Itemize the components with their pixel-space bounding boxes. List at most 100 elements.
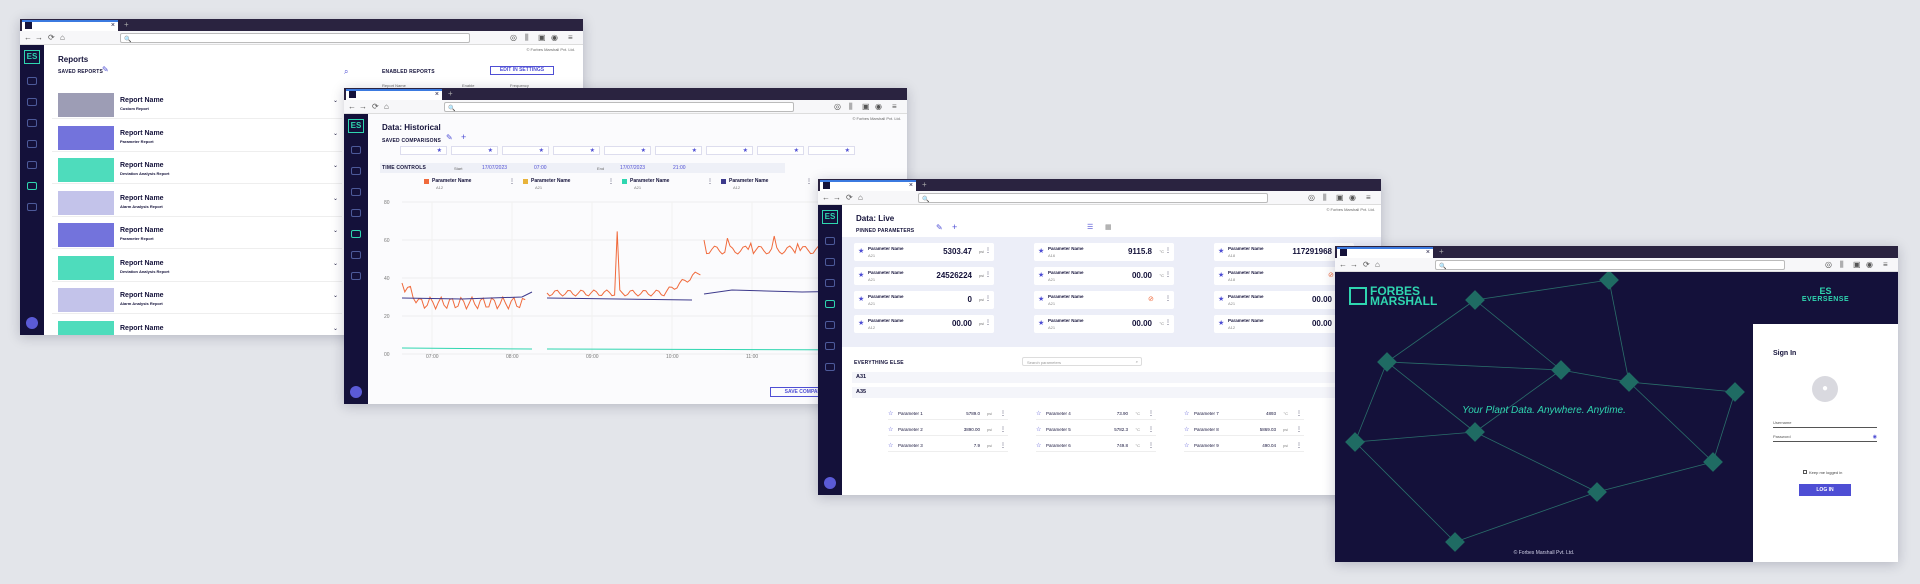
pinned-card[interactable]: ★ Parameter Name A21 00.00 °C ⋮: [1034, 315, 1174, 333]
star-icon[interactable]: ★: [1218, 271, 1224, 279]
settings-icon[interactable]: [351, 272, 361, 280]
parameter-row[interactable]: ☆ Parameter 9 490.04 psi ⋮: [1184, 441, 1304, 452]
star-icon[interactable]: ★: [1038, 271, 1044, 279]
edit-icon[interactable]: ✎: [446, 133, 453, 142]
star-icon[interactable]: ☆: [1036, 426, 1041, 433]
account-icon[interactable]: ◎: [1825, 260, 1832, 269]
pinned-card[interactable]: ★Parameter NameA2100.00⋮: [1214, 291, 1354, 309]
more-icon[interactable]: ⋮: [1296, 410, 1302, 417]
more-icon[interactable]: ⋮: [1165, 247, 1171, 254]
menu-icon[interactable]: ≡: [568, 33, 573, 42]
browser-tab[interactable]: ×: [1337, 247, 1433, 258]
alarm-icon[interactable]: [825, 258, 835, 266]
forward-icon[interactable]: →: [35, 33, 43, 42]
home-icon[interactable]: ⌂: [858, 193, 863, 202]
account-icon[interactable]: ◎: [1308, 193, 1315, 202]
avatar[interactable]: [824, 477, 836, 489]
alarm-icon[interactable]: [27, 98, 37, 106]
saved-comparison-chip[interactable]: ★: [655, 146, 702, 155]
library-icon[interactable]: ⫼: [1840, 260, 1844, 270]
star-icon[interactable]: ★: [858, 319, 864, 327]
url-bar[interactable]: 🔍: [918, 193, 1268, 203]
extensions-icon[interactable]: ◉: [1866, 260, 1873, 269]
pinned-card[interactable]: ★ Parameter Name A16 9115.8 °C ⋮: [1034, 243, 1174, 261]
parameter-row[interactable]: ☆ Parameter 7 4893 °C ⋮: [1184, 409, 1304, 420]
account-icon[interactable]: ◎: [510, 33, 517, 42]
forward-icon[interactable]: →: [833, 193, 841, 202]
saved-comparison-chip[interactable]: ★: [757, 146, 804, 155]
star-icon[interactable]: ☆: [1036, 442, 1041, 449]
saved-comparison-chip[interactable]: ★: [400, 146, 447, 155]
more-icon[interactable]: ⋮: [1148, 410, 1154, 417]
sidebar-icon[interactable]: ▣: [1853, 260, 1861, 269]
back-icon[interactable]: ←: [822, 193, 830, 202]
star-icon[interactable]: ☆: [1184, 442, 1189, 449]
group-header[interactable]: A35⌄: [852, 387, 1372, 398]
start-date[interactable]: 17/07/2023: [482, 165, 507, 171]
parameter-row[interactable]: ☆ Parameter 1 5789.0 psi ⋮: [888, 409, 1008, 420]
more-icon[interactable]: ⋮: [985, 319, 991, 326]
menu-icon[interactable]: ≡: [1366, 193, 1371, 202]
reports-icon[interactable]: [825, 342, 835, 350]
extensions-icon[interactable]: ◉: [875, 102, 882, 111]
new-tab-icon[interactable]: +: [922, 180, 927, 189]
pinned-card[interactable]: ★ Parameter Name A12 00.00 psi ⋮: [854, 315, 994, 333]
more-icon[interactable]: ⋮: [1165, 271, 1171, 278]
sidebar-icon[interactable]: ▣: [538, 33, 546, 42]
library-icon[interactable]: ⫼: [849, 102, 853, 112]
library-icon[interactable]: ⫼: [525, 33, 529, 43]
report-row[interactable]: Report Name Alarm Analysis Report ⌄: [52, 188, 342, 217]
close-tab-icon[interactable]: ×: [1426, 249, 1430, 256]
dashboard-icon[interactable]: [825, 237, 835, 245]
star-icon[interactable]: ★: [1038, 295, 1044, 303]
history-icon[interactable]: [351, 188, 361, 196]
star-icon[interactable]: ★: [858, 271, 864, 279]
close-tab-icon[interactable]: ×: [111, 22, 115, 29]
close-tab-icon[interactable]: ×: [435, 91, 439, 98]
list-view-icon[interactable]: ☰: [1087, 223, 1093, 231]
close-tab-icon[interactable]: ×: [909, 182, 913, 189]
add-icon[interactable]: +: [952, 222, 957, 232]
menu-icon[interactable]: ≡: [1883, 260, 1888, 269]
edit-icon[interactable]: ✎: [936, 223, 943, 232]
star-icon[interactable]: ★: [794, 147, 799, 154]
pinned-card[interactable]: ★Parameter NameA1200.00⋮: [1214, 315, 1354, 333]
star-icon[interactable]: ★: [641, 147, 646, 154]
reports-icon[interactable]: [27, 182, 37, 190]
url-bar[interactable]: 🔍: [1435, 260, 1785, 270]
more-icon[interactable]: ⋮: [1148, 426, 1154, 433]
settings-icon[interactable]: [825, 363, 835, 371]
start-time[interactable]: 07:00: [534, 165, 547, 171]
report-row[interactable]: Report Name Deviation Analysis Report ⌄: [52, 156, 342, 184]
browser-tab[interactable]: ×: [22, 20, 118, 31]
account-icon[interactable]: ◎: [834, 102, 841, 111]
avatar[interactable]: [26, 317, 38, 329]
forward-icon[interactable]: →: [359, 102, 367, 111]
chevron-down-icon[interactable]: ⌄: [333, 162, 338, 169]
star-icon[interactable]: ☆: [1184, 410, 1189, 417]
star-icon[interactable]: ★: [1038, 247, 1044, 255]
reload-icon[interactable]: ⟳: [372, 102, 379, 111]
url-bar[interactable]: 🔍: [444, 102, 794, 112]
star-icon[interactable]: ★: [488, 147, 493, 154]
star-icon[interactable]: ★: [692, 147, 697, 154]
browser-tab[interactable]: ×: [346, 89, 442, 100]
new-tab-icon[interactable]: +: [124, 20, 129, 29]
sidebar-icon[interactable]: ▣: [862, 102, 870, 111]
more-icon[interactable]: ⋮: [1165, 295, 1171, 302]
sidebar-icon[interactable]: ▣: [1336, 193, 1344, 202]
edit-in-settings-button[interactable]: EDIT IN SETTINGS: [490, 66, 554, 75]
edit-icon[interactable]: ✎: [102, 65, 109, 74]
chevron-down-icon[interactable]: ⌄: [333, 97, 338, 104]
saved-comparison-chip[interactable]: ★: [706, 146, 753, 155]
chevron-down-icon[interactable]: ⌄: [333, 195, 338, 202]
pinned-card[interactable]: ★Parameter NameA18117291968⋮: [1214, 243, 1354, 261]
live-icon[interactable]: [351, 209, 361, 217]
forward-icon[interactable]: →: [1350, 260, 1358, 269]
pinned-card[interactable]: ★ Parameter Name A21 00.00 °C ⋮: [1034, 267, 1174, 285]
add-icon[interactable]: +: [461, 132, 466, 142]
alarm-icon[interactable]: [351, 167, 361, 175]
show-password-icon[interactable]: ◉: [1873, 434, 1877, 440]
more-icon[interactable]: ⋮: [985, 247, 991, 254]
extensions-icon[interactable]: ◉: [551, 33, 558, 42]
